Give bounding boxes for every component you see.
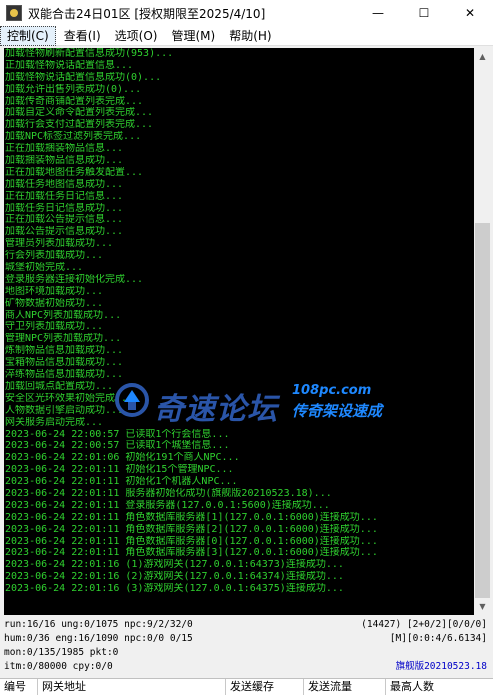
watermark-url: 108pc.com: [292, 383, 372, 398]
vertical-scrollbar[interactable]: ▲ ▼: [474, 48, 491, 615]
log-line: 加载允许出售列表成功(0)...: [5, 83, 142, 95]
menu-view[interactable]: 查看(I): [58, 27, 107, 45]
log-line: 正在加载公告提示信息...: [5, 214, 124, 226]
column-send-traffic[interactable]: 发送流量: [304, 679, 386, 695]
menu-bar: 控制(C) 查看(I) 选项(O) 管理(M) 帮助(H): [0, 25, 493, 46]
column-max-users[interactable]: 最高人数: [386, 679, 493, 695]
log-line: 城堡初始完成...: [5, 262, 84, 274]
log-line: 登录服务器连接初始化完成...: [5, 273, 144, 285]
log-line: 2023-06-24 22:01:11 登录服务器(127.0.0.1:5600…: [5, 499, 330, 511]
maximize-button[interactable]: ☐: [401, 0, 447, 26]
log-line: 2023-06-24 22:00:57 已读取1个城堡信息...: [5, 440, 230, 452]
log-line: 地图环境加载成功...: [5, 285, 104, 297]
log-line: 管理NPC列表加载成功...: [5, 333, 122, 345]
log-line: 炼制物品信息加载成功...: [5, 345, 124, 357]
status-panel: run:16/16 ung:0/1075 npc:9/2/32/0 (14427…: [4, 618, 491, 676]
scroll-thumb[interactable]: [475, 223, 490, 598]
log-line: 正加载怪物说话配置信息...: [5, 59, 134, 71]
log-line: 2023-06-24 22:00:57 已读取1个行会信息...: [5, 428, 230, 440]
scroll-up-arrow-icon[interactable]: ▲: [474, 48, 491, 65]
log-line: 加载行会支付过配置列表完成...: [5, 119, 154, 131]
column-send-buffer[interactable]: 发送缓存: [226, 679, 304, 695]
watermark-logo-icon: [115, 383, 149, 417]
log-line: 加载怪物说话配置信息成功(0)...: [5, 71, 162, 83]
status-run-row: run:16/16 ung:0/1075 npc:9/2/32/0: [4, 619, 193, 630]
log-line: 正在加载地图任务触发配置...: [5, 166, 144, 178]
log-line: 2023-06-24 22:01:11 角色数据库服务器[0](127.0.0.…: [5, 535, 378, 547]
menu-control[interactable]: 控制(C): [0, 25, 56, 46]
log-line: 2023-06-24 22:01:11 初始化1个机器人NPC...: [5, 476, 238, 488]
log-line: 2023-06-24 22:01:06 初始化191个商人NPC...: [5, 452, 240, 464]
status-version: 旗舰版20210523.18: [395, 661, 487, 672]
log-line: 正在加载捆装物品信息...: [5, 143, 124, 155]
log-line: 2023-06-24 22:01:16 (2)游戏网关(127.0.0.1:64…: [5, 571, 344, 583]
log-line: 宝箱物品信息加载成功...: [5, 357, 124, 369]
log-line: 守卫列表加载成功...: [5, 321, 104, 333]
log-line: 加载NPC标签过滤列表完成...: [5, 131, 142, 143]
menu-options[interactable]: 选项(O): [109, 27, 164, 45]
log-line: 行会列表加载成功...: [5, 250, 104, 262]
app-icon: [6, 5, 22, 21]
log-line: 矿物数据初始成功...: [5, 297, 104, 309]
column-gateway-address[interactable]: 网关地址: [38, 679, 226, 695]
log-line: 2023-06-24 22:01:11 角色数据库服务器[1](127.0.0.…: [5, 511, 378, 523]
log-line: 加载捆装物品信息成功...: [5, 155, 124, 167]
close-button[interactable]: ✕: [447, 0, 493, 26]
window-controls: — ☐ ✕: [355, 0, 493, 26]
status-hum-row: hum:0/36 eng:16/1090 npc:0/0 0/15: [4, 633, 193, 644]
watermark-subtitle: 传奇架设速成: [292, 402, 383, 420]
log-line: 2023-06-24 22:01:11 角色数据库服务器[2](127.0.0.…: [5, 523, 378, 535]
status-mon-row: mon:0/135/1985 pkt:0: [4, 647, 119, 658]
log-line: 2023-06-24 22:01:16 (3)游戏网关(127.0.0.1:64…: [5, 583, 344, 595]
log-line: 2023-06-24 22:01:11 服务器初始化成功(旗舰版20210523…: [5, 487, 332, 499]
status-memory: [M][0:0:4/6.6134]: [389, 633, 487, 644]
minimize-button[interactable]: —: [355, 0, 401, 26]
menu-manage[interactable]: 管理(M): [165, 27, 221, 45]
log-line: 管理员列表加载成功...: [5, 238, 114, 250]
column-id[interactable]: 编号: [0, 679, 38, 695]
gateway-list-header: 编号 网关地址 发送缓存 发送流量 最高人数: [0, 678, 493, 695]
watermark: 奇速论坛 108pc.com 传奇架设速成: [114, 378, 414, 428]
menu-help[interactable]: 帮助(H): [223, 27, 277, 45]
log-lines: 加载怪物刷新配置信息成功(953)... 正加载怪物说话配置信息... 加载怪物说话…: [4, 48, 474, 595]
status-itm-row: itm:0/80000 cpy:0/0: [4, 661, 113, 672]
log-line: 加载传奇商铺配置列表完成...: [5, 95, 144, 107]
log-line: 2023-06-24 22:01:11 初始化15个管理NPC...: [5, 464, 234, 476]
log-line: 加载公告提示信息成功...: [5, 226, 124, 238]
log-line: 加载任务日记信息成功...: [5, 202, 124, 214]
log-line: 正在加载任务日记信息...: [5, 190, 124, 202]
status-counter: (14427) [2+0/2][0/0/0]: [361, 619, 487, 630]
log-line: 商人NPC列表加载成功...: [5, 309, 122, 321]
window-title: 双能合击24日01区 [授权期限至2025/4/10]: [28, 6, 266, 21]
log-line: 2023-06-24 22:01:16 (1)游戏网关(127.0.0.1:64…: [5, 559, 344, 571]
log-line: 2023-06-24 22:01:11 角色数据库服务器[3](127.0.0.…: [5, 547, 378, 559]
log-line: 加载任务地图信息成功...: [5, 178, 124, 190]
log-console[interactable]: 加载怪物刷新配置信息成功(953)... 正加载怪物说话配置信息... 加载怪物说话…: [4, 48, 474, 615]
scroll-down-arrow-icon[interactable]: ▼: [474, 598, 491, 615]
watermark-title: 奇速论坛: [154, 392, 278, 427]
log-line: 加载自定义命令配置列表完成...: [5, 107, 154, 119]
log-line: 加载怪物刷新配置信息成功(953)...: [5, 48, 174, 59]
title-bar[interactable]: 双能合击24日01区 [授权期限至2025/4/10] — ☐ ✕: [0, 0, 493, 26]
